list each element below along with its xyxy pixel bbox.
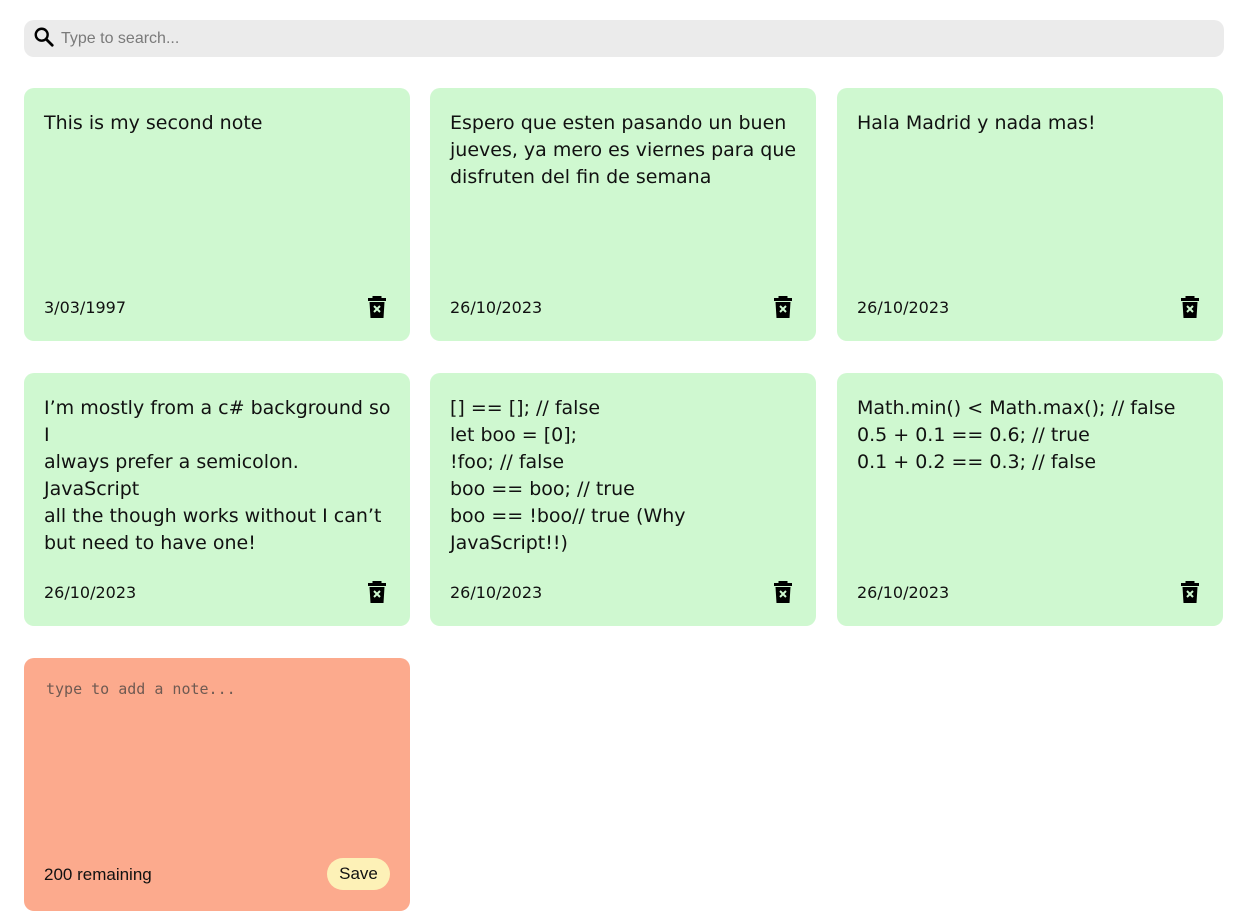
delete-icon[interactable]: [773, 296, 793, 318]
note-text: Math.min() < Math.max(); // false 0.5 + …: [857, 397, 1176, 473]
note-date: 26/10/2023: [450, 583, 543, 602]
note-card: I’m mostly from a c# background so I alw…: [24, 373, 410, 626]
note-text: Espero que esten pasando un buen jueves,…: [450, 112, 797, 188]
delete-icon[interactable]: [1180, 581, 1200, 603]
note-date: 26/10/2023: [450, 298, 543, 317]
search-input[interactable]: [59, 22, 1163, 55]
remaining-count: 200 remaining: [44, 865, 152, 884]
note-date: 26/10/2023: [857, 583, 950, 602]
search-bar: [24, 20, 1224, 57]
note-text: I’m mostly from a c# background so I alw…: [44, 397, 391, 554]
delete-icon[interactable]: [367, 296, 387, 318]
note-card: Espero que esten pasando un buen jueves,…: [430, 88, 816, 341]
save-button[interactable]: Save: [327, 858, 390, 890]
new-note-card: 200 remaining Save: [24, 658, 410, 911]
delete-icon[interactable]: [773, 581, 793, 603]
note-date: 26/10/2023: [44, 583, 137, 602]
delete-icon[interactable]: [367, 581, 387, 603]
note-card: Hala Madrid y nada mas! 26/10/2023: [837, 88, 1223, 341]
delete-icon[interactable]: [1180, 296, 1200, 318]
note-date: 3/03/1997: [44, 298, 127, 317]
note-card: [] == []; // false let boo = [0]; !foo; …: [430, 373, 816, 626]
note-date: 26/10/2023: [857, 298, 950, 317]
note-text: This is my second note: [44, 112, 263, 134]
note-card: Math.min() < Math.max(); // false 0.5 + …: [837, 373, 1223, 626]
note-text: [] == []; // false let boo = [0]; !foo; …: [450, 397, 686, 554]
search-icon: [33, 26, 55, 52]
note-text: Hala Madrid y nada mas!: [857, 112, 1096, 134]
note-card: This is my second note 3/03/1997: [24, 88, 410, 341]
new-note-textarea[interactable]: [44, 678, 393, 852]
